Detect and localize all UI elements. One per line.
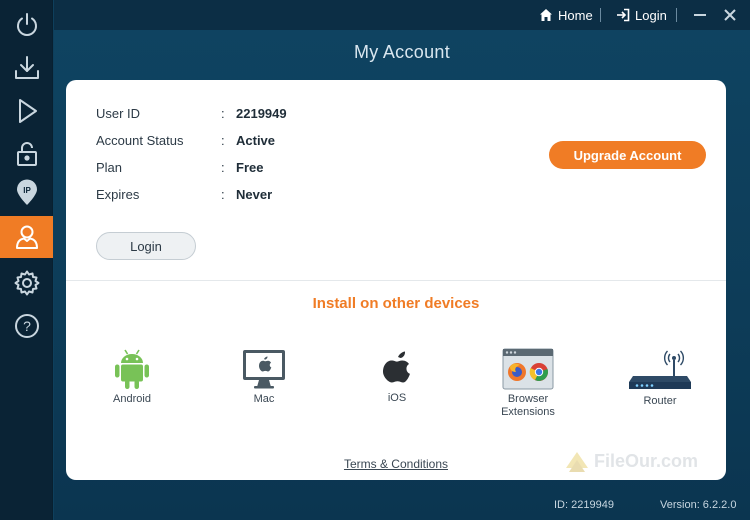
info-value: 2219949 <box>236 105 287 121</box>
login-icon <box>617 8 630 22</box>
power-icon <box>16 13 37 36</box>
device-ios[interactable]: iOS <box>352 348 442 405</box>
info-label: Plan <box>96 159 123 175</box>
router-icon <box>629 350 691 389</box>
info-value: Free <box>236 159 264 175</box>
topbar-separator <box>600 8 601 22</box>
sidebar-item-downloads[interactable] <box>0 47 53 89</box>
topbar-separator <box>676 8 677 22</box>
home-icon <box>540 9 552 21</box>
watermark-logo-icon <box>566 452 588 472</box>
account-icon <box>15 225 38 249</box>
sidebar-item-settings[interactable] <box>0 262 53 304</box>
apple-icon <box>383 351 410 383</box>
device-browser-extensions[interactable]: Browser Extensions <box>483 348 573 419</box>
info-value: Never <box>236 186 273 202</box>
home-link[interactable]: Home <box>539 6 593 24</box>
minimize-button[interactable] <box>691 6 709 24</box>
sidebar-item-power[interactable] <box>0 4 53 46</box>
close-button[interactable] <box>721 6 739 24</box>
status-version: Version: 6.2.2.0 <box>660 499 737 511</box>
device-router[interactable]: Router <box>615 348 705 408</box>
mac-icon <box>243 350 285 389</box>
login-button[interactable]: Login <box>96 232 196 260</box>
lock-icon <box>16 142 37 166</box>
sidebar-item-security[interactable] <box>0 133 53 175</box>
info-label: Account Status <box>96 132 184 148</box>
minimize-icon <box>694 14 706 16</box>
help-glyph: ? <box>23 318 31 334</box>
sidebar-item-account[interactable] <box>0 216 53 258</box>
login-link[interactable]: Login <box>616 6 667 24</box>
android-icon <box>115 349 149 389</box>
login-label: Login <box>635 7 667 23</box>
info-colon: : <box>221 159 225 175</box>
close-icon <box>724 9 736 21</box>
ip-badge-text: IP <box>23 186 31 195</box>
sidebar-item-connect[interactable] <box>0 90 53 132</box>
watermark: FileOur.com <box>564 448 698 474</box>
watermark-text: FileOur.com <box>594 450 699 471</box>
play-icon <box>18 99 37 123</box>
device-label: iOS <box>387 392 407 404</box>
home-label: Home <box>558 7 593 23</box>
gear-icon <box>14 270 39 296</box>
info-colon: : <box>221 132 225 148</box>
download-icon <box>14 56 39 79</box>
device-mac[interactable]: Mac <box>219 348 309 406</box>
device-label: Router <box>643 395 677 407</box>
info-value: Active <box>236 132 276 148</box>
account-card: User ID : 2219949 Account Status : Activ… <box>66 80 726 480</box>
status-user-id: ID: 2219949 <box>554 499 614 511</box>
install-title: Install on other devices <box>312 295 480 312</box>
device-android[interactable]: Android <box>87 348 177 406</box>
info-label: User ID <box>96 105 141 121</box>
main-panel: Home Login My Account User ID : 2219949 … <box>54 0 750 520</box>
device-label: Mac <box>253 393 275 405</box>
top-bar: Home Login <box>54 0 750 30</box>
page-title: My Account <box>353 42 451 62</box>
sidebar-item-ip[interactable]: IP <box>0 172 53 214</box>
device-label-line2: Extensions <box>501 406 555 418</box>
info-row-expires: Expires : Never <box>96 185 272 203</box>
device-label-line1: Browser <box>507 393 549 405</box>
info-colon: : <box>221 186 225 202</box>
upgrade-account-button[interactable]: Upgrade Account <box>549 141 706 169</box>
device-label: Android <box>113 393 151 405</box>
info-label: Expires <box>96 186 140 202</box>
help-icon: ? <box>14 314 39 338</box>
info-row-plan: Plan : Free <box>96 158 263 176</box>
sidebar-item-help[interactable]: ? <box>0 305 53 347</box>
info-colon: : <box>221 105 225 121</box>
status-bar: ID: 2219949 Version: 6.2.2.0 <box>54 497 750 515</box>
info-row-account-status: Account Status : Active <box>96 131 275 149</box>
sidebar: IP ? <box>0 0 53 520</box>
browser-extensions-icon <box>502 348 554 390</box>
divider <box>66 280 726 281</box>
info-row-user-id: User ID : 2219949 <box>96 104 287 122</box>
ip-location-icon: IP <box>16 179 37 205</box>
